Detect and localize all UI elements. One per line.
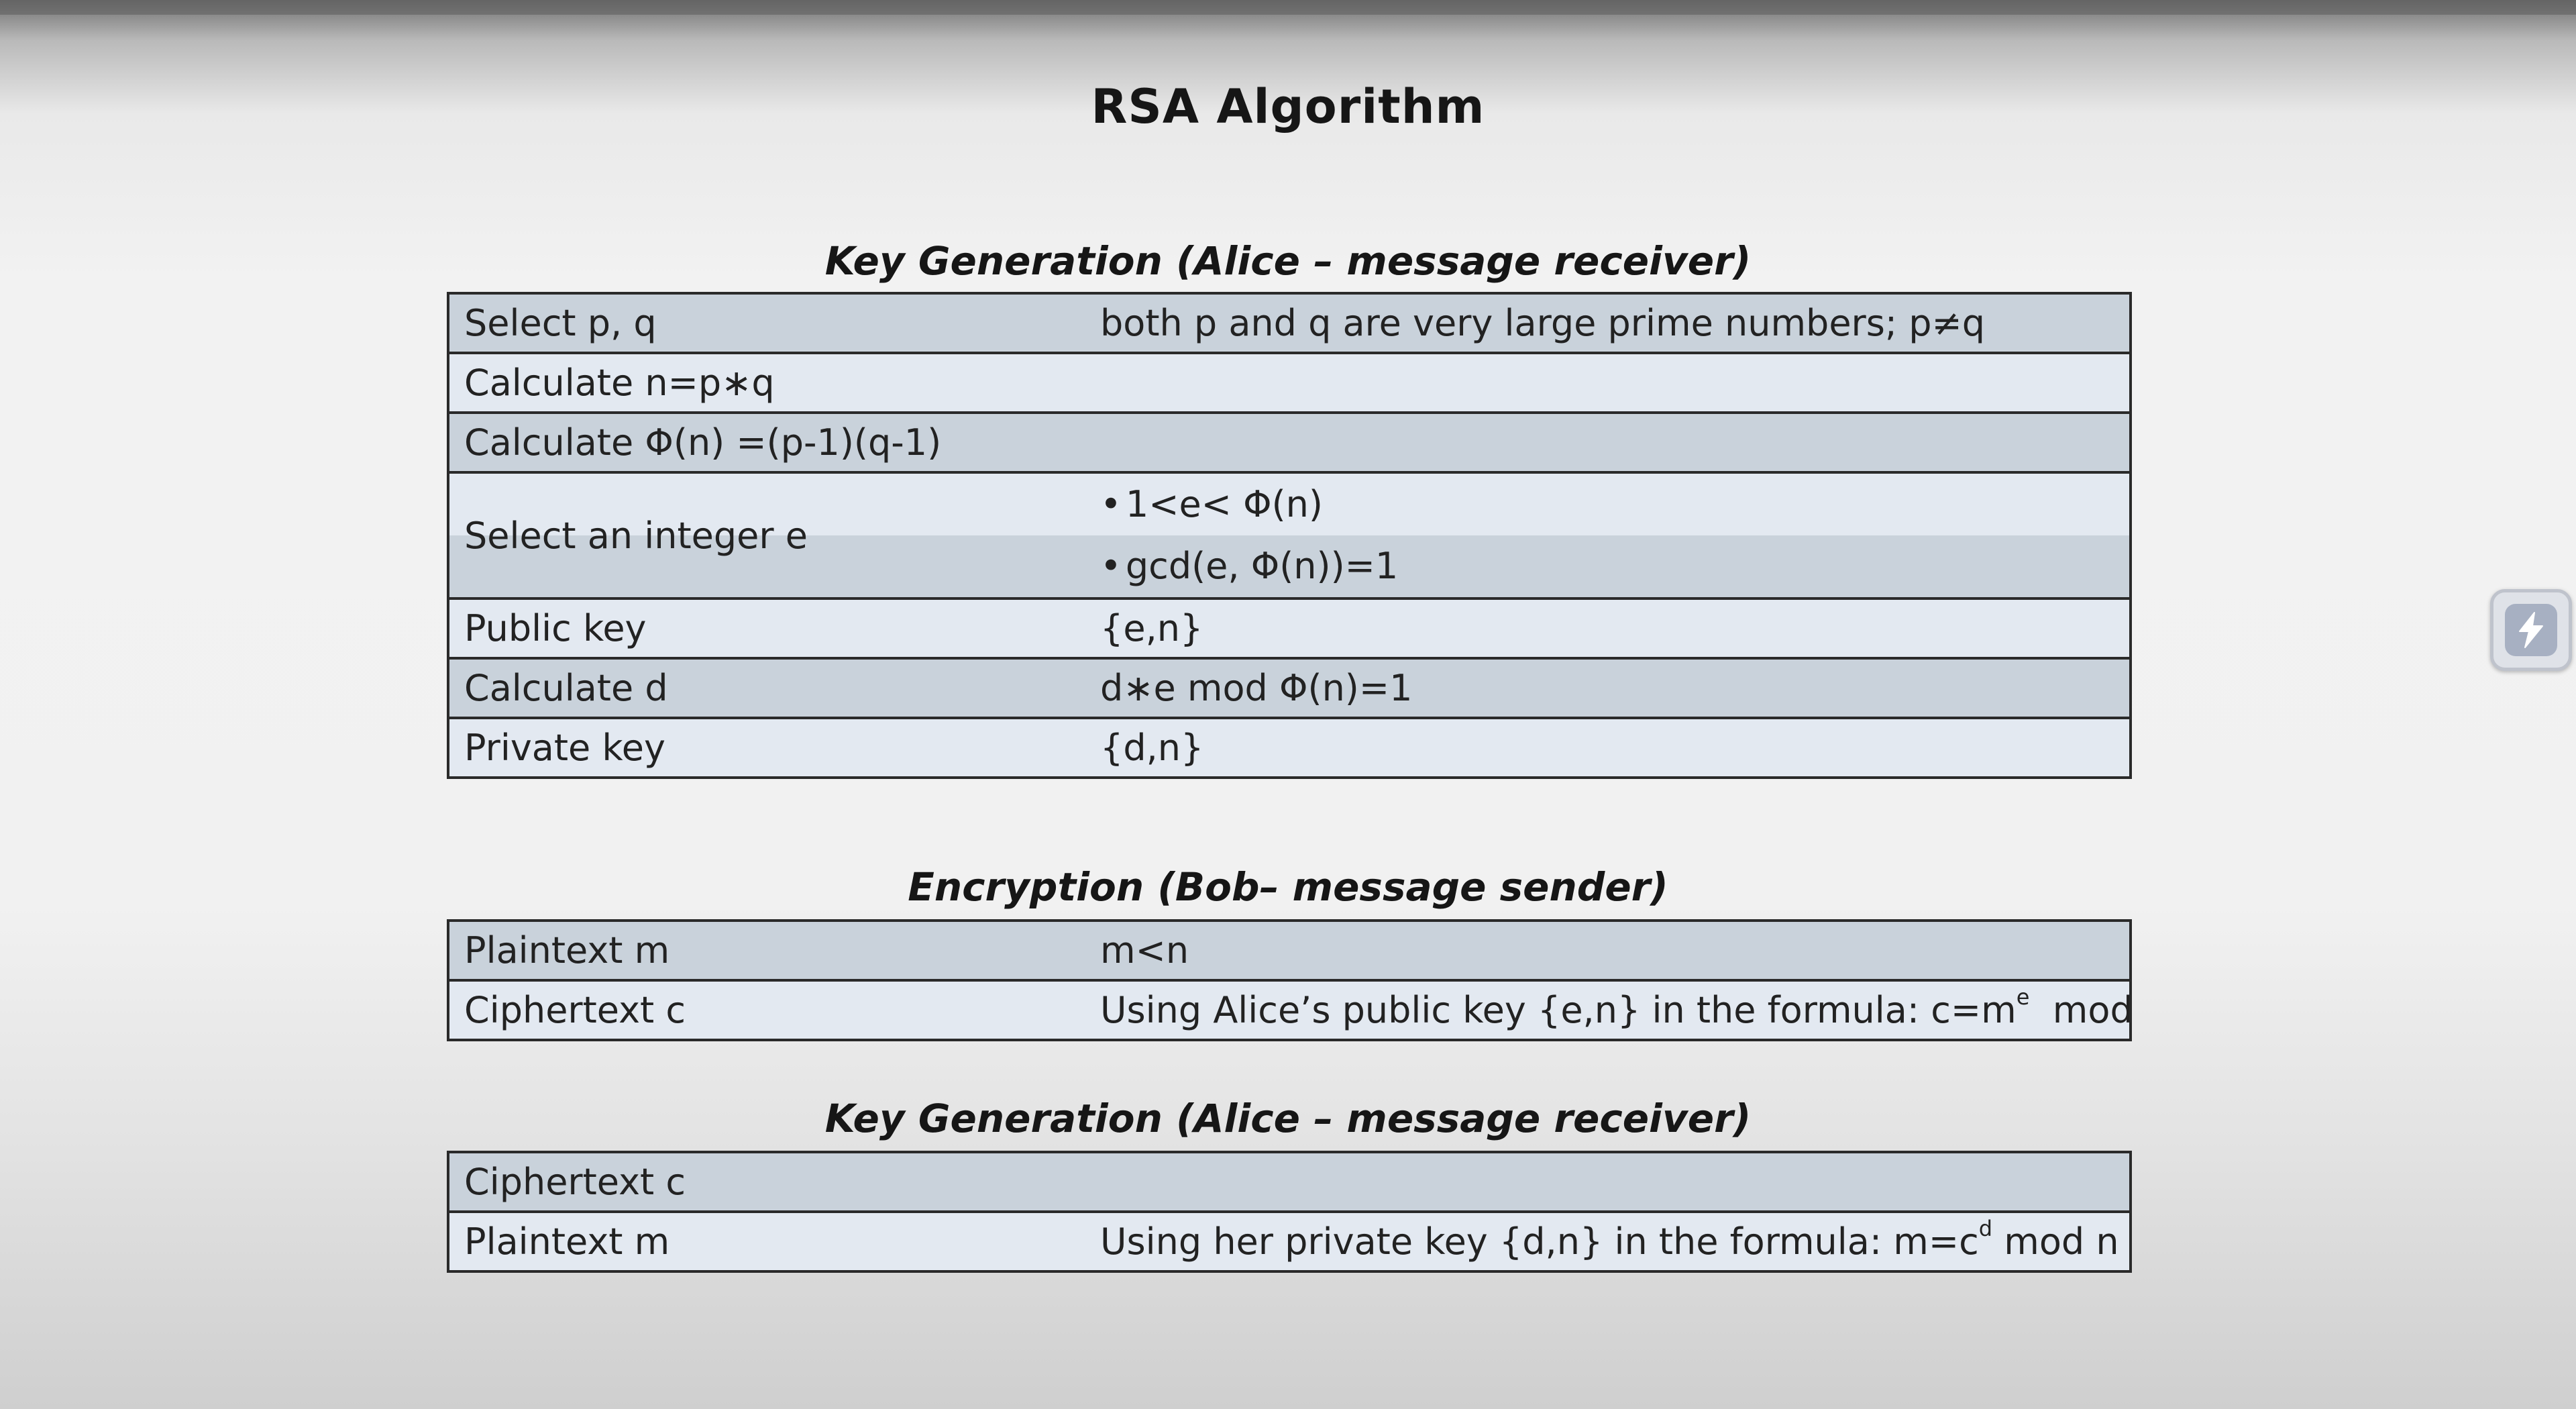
row-label: Ciphertext c [447, 979, 1079, 1041]
key-generation-heading: Key Generation (Alice – message receiver… [824, 238, 1752, 284]
row-label: Select p, q [447, 292, 1079, 354]
bullet-text: 1<e< Φ(n) [1125, 483, 1323, 525]
row-label: Plaintext m [447, 919, 1079, 982]
decryption-table: Ciphertext c Plaintext m Using her priva… [447, 1151, 2132, 1273]
table-row: Public key {e,n} [447, 597, 2132, 660]
row-value: both p and q are very large prime number… [1079, 292, 2132, 354]
table-row: Private key {d,n} [447, 717, 2132, 779]
encryption-heading: Encryption (Bob– message sender) [908, 864, 1668, 910]
row-label: Calculate d [447, 657, 1079, 719]
row-value: Using Alice’s public key {e,n} in the fo… [1079, 979, 2132, 1041]
encryption-table: Plaintext m m<n Ciphertext c Using Alice… [447, 919, 2132, 1041]
row-value: d∗e mod Φ(n)=1 [1079, 657, 2132, 719]
row-label: Public key [447, 597, 1079, 660]
row-value-bullets: • 1<e< Φ(n) • gcd(e, Φ(n))=1 [1079, 471, 2132, 600]
row-label: Ciphertext c [447, 1151, 1079, 1213]
lightning-bolt-icon-svg [2519, 612, 2543, 648]
table-row: Ciphertext c Using Alice’s public key {e… [447, 979, 2132, 1041]
formula-exponent: d [1978, 1216, 1993, 1241]
bullet-item: • 1<e< Φ(n) [1079, 475, 2128, 535]
bullet-item: • gcd(e, Φ(n))=1 [1079, 535, 2128, 596]
table-row: Plaintext m Using her private key {d,n} … [447, 1210, 2132, 1273]
formula-suffix: mod n [1992, 1220, 2119, 1263]
table-row: Calculate d d∗e mod Φ(n)=1 [447, 657, 2132, 719]
row-value: m<n [1079, 919, 2132, 982]
bullet-text: gcd(e, Φ(n))=1 [1125, 545, 1399, 587]
lightning-bolt-icon [2505, 604, 2557, 656]
row-value [1079, 411, 2132, 474]
row-label: Calculate Φ(n) =(p-1)(q-1) [447, 411, 1079, 474]
side-widget-button[interactable] [2490, 589, 2572, 671]
row-value [1079, 352, 2132, 414]
bullet-icon: • [1100, 545, 1122, 587]
bullet-icon: • [1100, 483, 1122, 525]
table-row: Plaintext m m<n [447, 919, 2132, 982]
table-row: Select an integer e • 1<e< Φ(n) • gcd(e, Φ… [447, 471, 2132, 600]
row-label: Plaintext m [447, 1210, 1079, 1273]
table-row: Select p, q both p and q are very large … [447, 292, 2132, 354]
key-generation-table: Select p, q both p and q are very large … [447, 292, 2132, 779]
table-row: Calculate Φ(n) =(p-1)(q-1) [447, 411, 2132, 474]
page-title: RSA Algorithm [1091, 79, 1485, 134]
row-value [1079, 1151, 2132, 1213]
row-label: Private key [447, 717, 1079, 779]
row-label: Select an integer e [447, 471, 1079, 600]
formula-suffix: mod n [2052, 989, 2131, 1031]
table-row: Ciphertext c [447, 1151, 2132, 1213]
table-row: Calculate n=p∗q [447, 352, 2132, 414]
top-shade [0, 0, 2576, 15]
formula-text: Using her private key {d,n} in the formu… [1100, 1220, 1979, 1263]
decryption-heading: Key Generation (Alice – message receiver… [824, 1096, 1752, 1141]
row-value: {d,n} [1079, 717, 2132, 779]
row-value: Using her private key {d,n} in the formu… [1079, 1210, 2132, 1273]
formula-text: Using Alice’s public key {e,n} in the fo… [1100, 989, 2017, 1031]
row-value: {e,n} [1079, 597, 2132, 660]
formula-exponent: e [2016, 984, 2030, 1010]
row-label: Calculate n=p∗q [447, 352, 1079, 414]
